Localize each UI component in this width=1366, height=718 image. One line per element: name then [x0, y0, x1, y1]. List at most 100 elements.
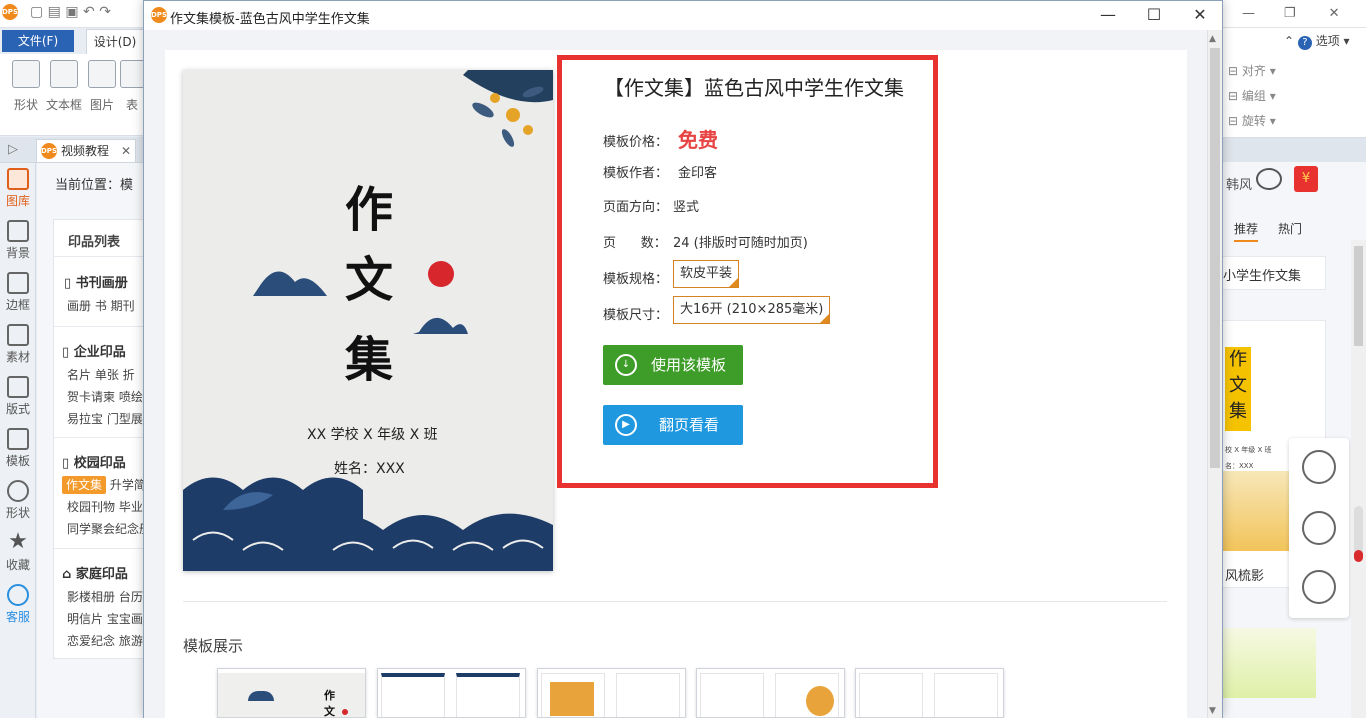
material-icon	[7, 324, 29, 346]
minimize-button[interactable]: —	[1085, 4, 1131, 26]
section-heading: ▯ 校园印品	[62, 456, 126, 471]
help-icon[interactable]: ?	[1297, 36, 1312, 50]
category-row[interactable]: 易拉宝 门型展	[67, 410, 145, 427]
group-button[interactable]: ⊟ 编组 ▾	[1228, 87, 1276, 104]
category-row[interactable]: 影楼相册 台历	[67, 588, 145, 605]
flip-preview-button[interactable]: ▶ 翻页看看	[603, 405, 743, 445]
orientation-label: 页面方向：	[603, 200, 669, 215]
template-card-title[interactable]: 小学生作文集	[1222, 256, 1326, 290]
align-button[interactable]: ⊟ 对齐 ▾	[1228, 62, 1276, 79]
qq-icon[interactable]	[1302, 450, 1336, 484]
options-menu[interactable]: ⌃ ? 选项 ▾	[1284, 32, 1350, 50]
category-row[interactable]: 画册 书 期刊	[67, 297, 145, 314]
pages-label: 页 数：	[603, 236, 667, 251]
doc-tab-video-tutorial[interactable]: DPS 视频教程 ✕	[36, 139, 136, 163]
print-list-title: 印品列表	[68, 235, 121, 250]
category-row[interactable]: 恋爱纪念 旅游	[67, 632, 145, 649]
gear-shape-icon	[7, 480, 29, 502]
support-headset-icon[interactable]	[1302, 570, 1336, 604]
showcase-thumbnail[interactable]	[855, 668, 1004, 718]
showcase-title: 模板展示	[183, 637, 244, 655]
close-tab-icon[interactable]: ✕	[121, 140, 131, 162]
tab-file[interactable]: 文件(F)	[2, 30, 74, 52]
divider	[53, 326, 145, 327]
quick-access-icons[interactable]: ▢ ▤ ▣ ↶ ↷	[30, 4, 111, 20]
expand-panel-icon[interactable]: ▷	[8, 142, 18, 157]
cover-title-char: 集	[345, 332, 394, 388]
cover-name: 姓名：XXX	[334, 461, 405, 477]
divider	[53, 256, 145, 257]
author-label: 模板作者：	[603, 166, 669, 181]
showcase-thumbnail[interactable]	[537, 668, 686, 718]
background-icon	[7, 220, 29, 242]
gallery-icon	[7, 168, 29, 190]
download-icon: ↓	[615, 354, 637, 376]
textbox-icon	[50, 60, 78, 88]
pages-value: 24 (排版时可随时加页)	[673, 236, 808, 251]
price-value: 免费	[678, 128, 718, 152]
nav-background[interactable]: 背景	[0, 220, 36, 261]
chat-bubble-icon[interactable]	[1256, 168, 1282, 190]
image-icon	[88, 60, 116, 88]
showcase-thumbnail[interactable]	[377, 668, 526, 718]
category-row[interactable]: 校园刊物 毕业	[67, 498, 145, 515]
category-row[interactable]: 明信片 宝宝画	[67, 610, 145, 627]
ribbon-image-button[interactable]: 图片	[84, 60, 120, 113]
rotate-button[interactable]: ⊟ 旋转 ▾	[1228, 112, 1276, 129]
nav-customer-service[interactable]: 客服	[0, 584, 36, 625]
ribbon-textbox-button[interactable]: 文本框	[46, 60, 82, 113]
red-envelope-icon[interactable]: ¥	[1294, 166, 1318, 192]
section-heading: ▯ 书刊画册	[64, 276, 128, 291]
dialog-title: 作文集模板-蓝色古风中学生作文集	[170, 12, 370, 27]
layout-icon	[7, 376, 29, 398]
nav-material[interactable]: 素材	[0, 324, 36, 365]
template-icon	[7, 428, 29, 450]
section-heading: ▯ 企业印品	[62, 345, 126, 360]
tab-design[interactable]: 设计(D)	[86, 29, 144, 54]
ribbon-table-button[interactable]: 表	[120, 60, 144, 113]
ribbon-shape-button[interactable]: 形状	[8, 60, 44, 113]
play-icon: ▶	[615, 414, 637, 436]
price-label: 模板价格：	[603, 135, 669, 150]
card-thumb-title: 作文集	[1225, 347, 1251, 431]
template-card-thumb[interactable]	[1222, 628, 1316, 698]
table-icon	[120, 60, 144, 88]
showcase-thumbnail[interactable]: 作文	[217, 668, 366, 718]
section-family: ⌂ 家庭印品 影楼相册 台历 明信片 宝宝画 恋爱纪念 旅游	[62, 563, 145, 649]
category-row[interactable]: 同学聚会纪念册	[67, 520, 145, 537]
style-label: 韩风	[1226, 178, 1253, 193]
size-option-selected[interactable]: 大16开 (210×285毫米)	[673, 296, 831, 324]
section-books: ▯ 书刊画册 画册 书 期刊	[64, 272, 145, 314]
right-scrollbar[interactable]	[1351, 240, 1366, 718]
close-button[interactable]: ✕	[1177, 4, 1223, 26]
divider	[183, 601, 1167, 602]
nav-template[interactable]: 模板	[0, 428, 36, 469]
template-cover-preview[interactable]: 作 文 集 XX 学校 X 年级 X 班 姓名：XXX	[183, 70, 553, 571]
border-icon	[7, 272, 29, 294]
scroll-up-icon[interactable]: ▲	[1209, 34, 1216, 44]
showcase-thumbnail[interactable]	[696, 668, 845, 718]
chat-icon	[7, 584, 29, 606]
tab-recommended[interactable]: 推荐	[1234, 220, 1259, 242]
category-row[interactable]: 名片 单张 折	[67, 366, 145, 383]
nav-favorites[interactable]: ★ 收藏	[0, 531, 36, 573]
app-logo-icon: DPS	[2, 4, 18, 20]
dialog-scroll-thumb[interactable]	[1210, 48, 1220, 468]
category-chip-active[interactable]: 作文集	[62, 476, 107, 494]
nav-gallery[interactable]: 图库	[0, 168, 36, 209]
tab-hot[interactable]: 热门	[1278, 220, 1302, 237]
template-title: 【作文集】蓝色古风中学生作文集	[604, 76, 904, 100]
spec-label: 模板规格：	[603, 272, 669, 287]
scroll-thumb[interactable]	[1354, 246, 1363, 346]
nav-layout[interactable]: 版式	[0, 376, 36, 417]
nav-shape[interactable]: 形状	[0, 480, 36, 521]
spec-option-selected[interactable]: 软皮平装	[673, 260, 740, 288]
wechat-icon[interactable]	[1302, 511, 1336, 545]
scroll-down-icon[interactable]: ▼	[1209, 706, 1216, 716]
category-row[interactable]: 贺卡请柬 喷绘	[67, 388, 145, 405]
use-template-button[interactable]: ↓ 使用该模板	[603, 345, 743, 385]
maximize-button[interactable]: ☐	[1131, 4, 1177, 26]
zoom-thermometer[interactable]	[1354, 506, 1363, 562]
nav-border[interactable]: 边框	[0, 272, 36, 313]
check-corner-icon	[820, 314, 830, 323]
